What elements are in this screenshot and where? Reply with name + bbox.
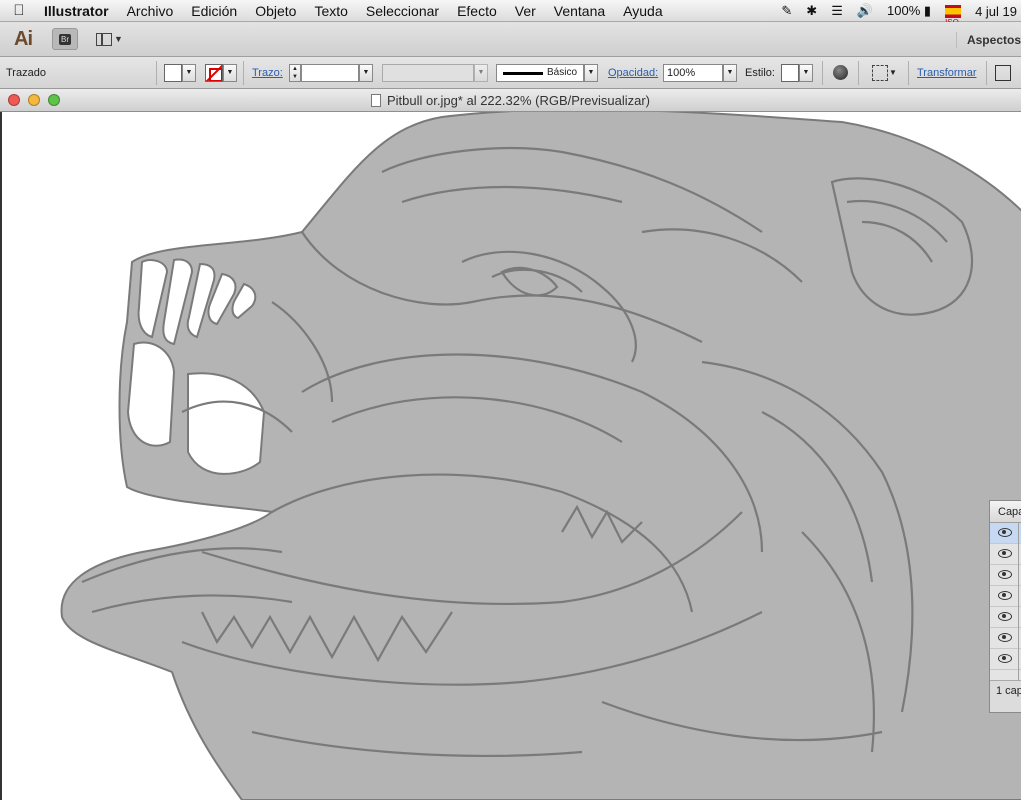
stroke-weight-field[interactable] [301, 64, 359, 82]
opacity-field[interactable]: 100% [663, 64, 723, 82]
illustrator-logo: Ai [14, 28, 33, 50]
menu-ayuda[interactable]: Ayuda [614, 3, 671, 19]
selection-type-label: Trazado [6, 67, 46, 79]
recolor-artwork-icon[interactable] [833, 65, 848, 80]
divider [243, 61, 244, 85]
divider [908, 61, 909, 85]
stroke-weight-stepper[interactable]: ▲ ▼ [289, 64, 301, 82]
eye-icon[interactable] [998, 528, 1012, 537]
opacity-panel-link[interactable]: Opacidad: [608, 67, 658, 79]
document-title-text: Pitbull or.jpg* al 222.32% (RGB/Previsua… [386, 93, 650, 108]
chevron-down-icon: ▼ [114, 34, 123, 44]
eye-icon[interactable] [998, 591, 1012, 600]
volume-icon[interactable]: 🔊 [857, 3, 873, 19]
clock[interactable]: 4 jul 19 [975, 4, 1017, 19]
input-source-flag-icon[interactable]: ISO [945, 4, 962, 27]
screen:  Illustrator Archivo Edición Objeto Tex… [0, 0, 1021, 800]
menu-ventana[interactable]: Ventana [545, 3, 614, 19]
menu-edicion[interactable]: Edición [182, 3, 246, 19]
layer-row[interactable] [990, 607, 1021, 628]
pen-status-icon[interactable]: ✎ [781, 3, 792, 19]
status-area: ✎ ✱ ☰ 🔊 100% ▮ ISO 4 jul 19 [781, 0, 1021, 27]
brush-definition-label: Básico [547, 67, 578, 78]
arrange-documents-icon [96, 32, 112, 46]
align-icon[interactable] [872, 65, 888, 81]
wifi-icon[interactable]: ☰ [831, 3, 843, 19]
layer-row[interactable] [990, 628, 1021, 649]
opacity-dropdown[interactable]: ▼ [723, 64, 737, 82]
layer-row[interactable] [990, 565, 1021, 586]
workspace-switcher[interactable]: Aspectos [955, 32, 1021, 48]
lip-gap [126, 341, 176, 447]
eye-icon[interactable] [998, 633, 1012, 642]
graphic-style-swatch[interactable] [781, 64, 799, 82]
menu-seleccionar[interactable]: Seleccionar [357, 3, 448, 19]
apple-menu-icon[interactable]:  [0, 2, 38, 19]
battery-icon: ▮ [923, 3, 932, 18]
layer-row[interactable] [990, 523, 1021, 544]
layers-count: 1 cap [990, 680, 1021, 712]
isolate-transform-icon[interactable] [995, 65, 1011, 81]
layer-row[interactable] [990, 544, 1021, 565]
stroke-dropdown[interactable]: ▼ [223, 64, 237, 82]
menu-ver[interactable]: Ver [506, 3, 545, 19]
stroke-swatch[interactable] [205, 64, 223, 82]
eye-icon[interactable] [998, 549, 1012, 558]
transform-link[interactable]: Transformar [917, 67, 977, 79]
divider [1018, 523, 1019, 683]
variable-width-dropdown[interactable]: ▼ [474, 64, 488, 82]
brush-dropdown[interactable]: ▼ [584, 64, 598, 82]
layers-panel-title[interactable]: Capa [990, 501, 1021, 523]
menu-illustrator[interactable]: Illustrator [38, 3, 118, 19]
graphic-style-dropdown[interactable]: ▼ [799, 64, 813, 82]
divider [986, 61, 987, 85]
layer-row[interactable] [990, 586, 1021, 607]
brush-definition[interactable]: Básico [496, 64, 584, 82]
eye-icon[interactable] [998, 612, 1012, 621]
battery-status[interactable]: 100% ▮ [887, 3, 931, 19]
bluetooth-icon[interactable]: ✱ [806, 3, 817, 19]
control-panel: Trazado ▼ ▼ Trazo: ▲ ▼ ▼ ▼ Básico ▼ Opaci… [0, 57, 1021, 89]
divider [156, 61, 157, 85]
eye-icon[interactable] [998, 654, 1012, 663]
chevron-down-icon[interactable]: ▼ [889, 68, 897, 77]
menu-objeto[interactable]: Objeto [246, 3, 305, 19]
fill-dropdown[interactable]: ▼ [182, 64, 196, 82]
stroke-panel-link[interactable]: Trazo: [252, 67, 283, 79]
layers-panel: Capa 1 cap [989, 500, 1021, 713]
pitbull-sketch [60, 112, 1021, 800]
bridge-button[interactable]: Br [52, 28, 78, 50]
divider [822, 61, 823, 85]
document-titlebar: Pitbull or.jpg* al 222.32% (RGB/Previsua… [0, 89, 1021, 112]
application-bar: Ai Br ▼ Aspectos [0, 22, 1021, 57]
style-label: Estilo: [745, 67, 775, 79]
menu-archivo[interactable]: Archivo [118, 3, 183, 19]
layer-row[interactable] [990, 649, 1021, 670]
bridge-label: Br [59, 33, 71, 45]
document-title: Pitbull or.jpg* al 222.32% (RGB/Previsua… [0, 93, 1021, 108]
brush-stroke-preview [503, 72, 543, 75]
variable-width-profile[interactable] [382, 64, 474, 82]
document-icon [370, 94, 381, 107]
menu-bar:  Illustrator Archivo Edición Objeto Tex… [0, 0, 1021, 27]
battery-percent: 100% [887, 3, 921, 18]
stroke-weight-dropdown[interactable]: ▼ [359, 64, 373, 82]
arrange-documents-button[interactable]: ▼ [96, 31, 126, 47]
fill-swatch[interactable] [164, 64, 182, 82]
artboard-canvas[interactable] [0, 112, 1021, 800]
eye-icon[interactable] [998, 570, 1012, 579]
menu-efecto[interactable]: Efecto [448, 3, 506, 19]
menu-texto[interactable]: Texto [305, 3, 356, 19]
divider [858, 61, 859, 85]
